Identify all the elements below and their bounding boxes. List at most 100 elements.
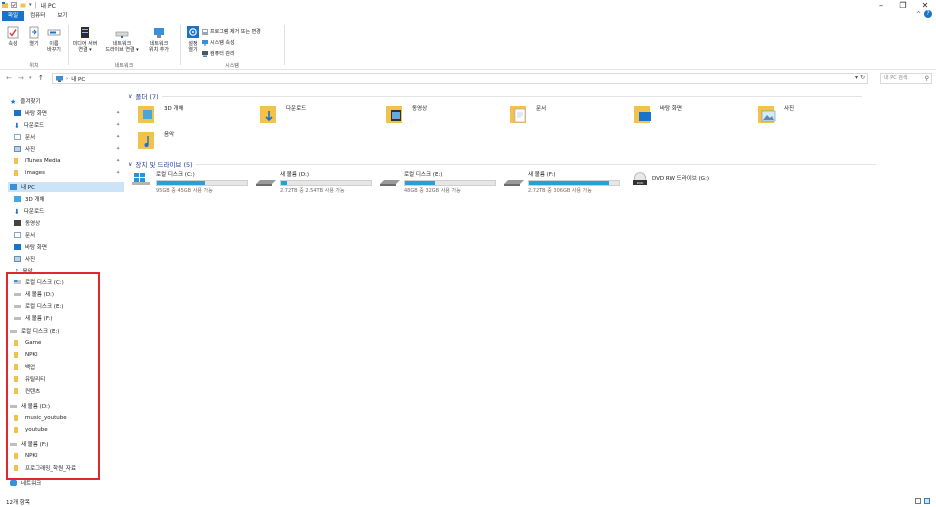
computer-management-icon	[202, 50, 208, 57]
sidebar-item-itunes-media[interactable]: iTunes Media	[14, 156, 61, 166]
folder-tile-downloads[interactable]: 다운로드	[260, 104, 306, 124]
computer-management-button[interactable]: 컴퓨터 관리	[202, 50, 235, 57]
address-bar[interactable]: › 내 PC ▾ ↻	[52, 73, 868, 84]
drive-tile-f[interactable]: 새 볼륨 (F:) 2.72TB 중 306GB 사용 가능	[504, 172, 620, 194]
system-properties-icon	[202, 39, 208, 46]
view-switcher	[915, 498, 930, 504]
group-divider	[195, 163, 876, 165]
breadcrumb-this-pc[interactable]: 내 PC	[71, 75, 85, 83]
folder-tile-videos[interactable]: 동영상	[386, 104, 427, 124]
pin-icon[interactable]: ✦	[116, 158, 120, 164]
pictures-icon	[14, 256, 21, 262]
map-network-drive-button[interactable]: 네트워크 드라이브 연결 ▾	[104, 26, 140, 53]
media-server-button[interactable]: 미디어 서버 연결 ▾	[70, 26, 100, 53]
star-icon: ★	[10, 98, 17, 106]
folder-icon	[14, 158, 18, 164]
drive-usage-bar	[156, 180, 248, 186]
window-title: 내 PC	[40, 2, 56, 10]
sidebar-item-this-pc[interactable]: 내 PC	[8, 182, 124, 192]
network-drive-icon	[115, 31, 129, 38]
folders-group-header[interactable]: ∨ 폴더 (7)	[128, 91, 862, 101]
folder-pictures-icon	[758, 106, 776, 123]
open-icon	[29, 26, 39, 39]
tab-computer[interactable]: 컴퓨터	[24, 11, 51, 21]
properties-button[interactable]: 속성	[2, 26, 24, 47]
sidebar-item-3d-objects[interactable]: 3D 개체	[14, 194, 45, 204]
sidebar-item-videos[interactable]: 동영상	[14, 218, 40, 228]
group-label-system: 시스템	[225, 63, 239, 69]
help-icon[interactable]: ?	[924, 10, 932, 18]
refresh-icon[interactable]: ▾ ↻	[855, 74, 865, 81]
sidebar-item-downloads[interactable]: ⬇ 다운로드	[14, 120, 44, 130]
minimize-button[interactable]: –	[870, 0, 892, 10]
pin-icon[interactable]: ✦	[116, 122, 120, 128]
open-button[interactable]: 열기	[23, 26, 45, 47]
properties-icon	[7, 26, 19, 39]
ribbon-collapse-icon[interactable]: ^	[916, 11, 921, 18]
up-arrow-icon[interactable]: ↑	[38, 74, 44, 82]
search-icon: ⚲	[924, 75, 929, 82]
sidebar-item-desktop-pc[interactable]: 바탕 화면	[14, 242, 47, 252]
sidebar-item-pictures[interactable]: 사진	[14, 144, 35, 154]
drive-tile-c[interactable]: 로컬 디스크 (C:) 95GB 중 45GB 사용 가능	[132, 172, 248, 194]
breadcrumb-chevron-icon[interactable]: ›	[66, 76, 68, 82]
chevron-down-icon: ∨	[128, 160, 133, 168]
document-icon	[14, 232, 21, 238]
drive-tile-dvd[interactable]: DVD DVD RW 드라이브 (G:)	[632, 172, 709, 186]
pin-icon[interactable]: ✦	[116, 170, 120, 176]
folder-tile-music[interactable]: 음악	[138, 130, 174, 150]
content-pane: ∨ 폴더 (7) 3D 개체 다운로드 동영상 문서 바탕 화면 사진 음악 ∨…	[124, 88, 936, 484]
add-network-location-button[interactable]: 네트워크 위치 추가	[143, 26, 175, 53]
maximize-button[interactable]: ❐	[892, 0, 914, 10]
cube-icon	[14, 196, 21, 202]
drives-group-header[interactable]: ∨ 장치 및 드라이브 (5)	[128, 159, 876, 169]
sidebar-item-downloads-pc[interactable]: ⬇ 다운로드	[14, 206, 44, 216]
details-view-icon[interactable]	[915, 498, 921, 504]
group-divider	[161, 95, 862, 97]
hard-drive-icon	[256, 180, 276, 186]
sidebar-item-quick-access[interactable]: ★ 즐겨찾기	[10, 96, 41, 106]
large-icons-view-icon[interactable]	[924, 498, 930, 504]
pin-icon[interactable]: ✦	[116, 146, 120, 152]
title-bar: ▾ | 내 PC – ❐ ✕	[0, 0, 936, 10]
qa-dropdown-icon[interactable]: ▾	[29, 2, 32, 8]
pin-icon[interactable]: ✦	[116, 110, 120, 116]
close-button[interactable]: ✕	[914, 0, 936, 10]
folder-tile-3d-objects[interactable]: 3D 개체	[138, 104, 184, 124]
recent-locations-icon[interactable]: ▾	[29, 75, 32, 81]
this-pc-icon	[10, 184, 17, 190]
forward-arrow-icon[interactable]: →	[18, 74, 24, 82]
rename-button[interactable]: 이름 바꾸기	[43, 26, 65, 53]
film-icon	[14, 220, 21, 226]
sidebar-item-images[interactable]: images	[14, 168, 45, 178]
search-input[interactable]: 내 PC 검색 ⚲	[880, 73, 932, 84]
sidebar-item-documents-pc[interactable]: 문서	[14, 230, 35, 240]
back-arrow-icon[interactable]: ←	[6, 74, 12, 82]
ribbon: 속성 열기 이름 바꾸기 위치 미디어 서버 연결 ▾ 네트워크 드라이브 연결 ▾ …	[0, 21, 936, 70]
tab-view[interactable]: 보기	[51, 11, 73, 21]
new-folder-qa-icon[interactable]	[20, 2, 26, 8]
sidebar-item-desktop[interactable]: 바탕 화면	[14, 108, 47, 118]
open-settings-button[interactable]: 설정 열기	[182, 26, 204, 53]
system-properties-button[interactable]: 시스템 속성	[202, 39, 235, 46]
properties-qa-icon[interactable]	[11, 2, 17, 8]
folder-tile-pictures[interactable]: 사진	[758, 104, 794, 124]
folder-window-icon	[2, 2, 8, 8]
drive-tile-e[interactable]: 로컬 디스크 (E:) 48GB 중 32GB 사용 가능	[380, 172, 496, 194]
drive-tile-d[interactable]: 새 볼륨 (D:) 2.72TB 중 2.54TB 사용 가능	[256, 172, 372, 194]
folder-desktop-icon	[634, 106, 651, 123]
drive-free-space: 95GB 중 45GB 사용 가능	[156, 188, 213, 194]
sidebar-item-pictures-pc[interactable]: 사진	[14, 254, 35, 264]
pin-icon[interactable]: ✦	[116, 134, 120, 140]
folder-tile-documents[interactable]: 문서	[510, 104, 546, 124]
navigation-pane: ★ 즐겨찾기 바탕 화면 ⬇ 다운로드 문서 사진 iTunes Media im…	[0, 92, 124, 487]
folder-tile-desktop[interactable]: 바탕 화면	[634, 104, 682, 124]
drive-usage-bar	[404, 180, 496, 186]
uninstall-program-button[interactable]: 프로그램 제거 또는 변경	[202, 28, 261, 35]
desktop-icon	[14, 110, 21, 116]
sidebar-item-documents[interactable]: 문서	[14, 132, 35, 142]
ribbon-group-location: 속성 열기 이름 바꾸기 위치	[2, 24, 66, 69]
group-label-network: 네트워크	[114, 63, 134, 69]
tab-file[interactable]: 파일	[2, 10, 25, 21]
ribbon-separator	[284, 25, 285, 65]
